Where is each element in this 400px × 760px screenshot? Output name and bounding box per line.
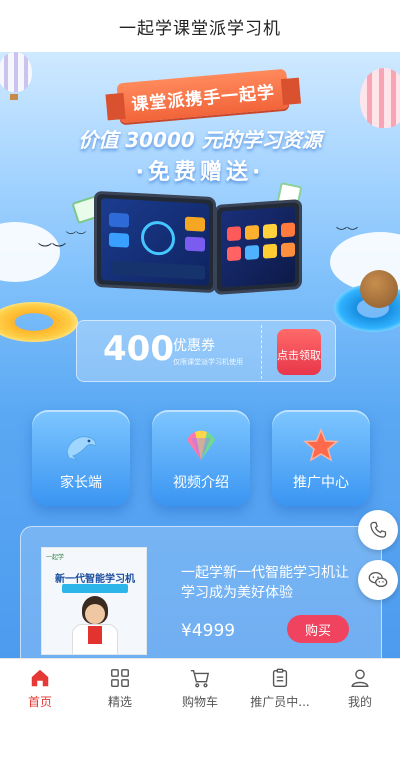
product-card[interactable]: 一起学 新一代智能学习机 一起学新一代智能学习机让学习成为美好体验 ¥4999 … bbox=[20, 526, 382, 658]
bird-icon: ︶︶ bbox=[336, 226, 358, 239]
coupon-unit: 优惠券 bbox=[173, 338, 215, 354]
thumb-kid-face bbox=[85, 604, 105, 624]
thumb-brand: 一起学 bbox=[46, 554, 65, 561]
coupon-note: 仅限课堂派学习机使用 bbox=[173, 358, 243, 366]
fan-icon bbox=[187, 430, 215, 460]
clipboard-icon bbox=[272, 668, 288, 687]
tab-label: 首页 bbox=[27, 695, 52, 709]
thumb-strip bbox=[62, 584, 128, 593]
tablet-illustration-left bbox=[94, 190, 216, 294]
product-image: 一起学 新一代智能学习机 bbox=[41, 547, 147, 655]
cart-icon bbox=[190, 669, 210, 688]
thumb-title: 新一代智能学习机 bbox=[55, 574, 135, 585]
home-icon bbox=[31, 669, 49, 687]
bird-icon: ︶︶ bbox=[66, 232, 86, 243]
tab-label: 购物车 bbox=[181, 695, 218, 709]
coconut-icon bbox=[360, 270, 398, 308]
phone-icon bbox=[370, 521, 387, 538]
wechat-button[interactable] bbox=[358, 560, 398, 600]
page-title: 一起学课堂派学习机 bbox=[119, 18, 281, 39]
tab-cart[interactable]: 购物车 bbox=[160, 659, 240, 714]
feature-label: 视频介绍 bbox=[173, 475, 229, 491]
product-name: 一起学新一代智能学习机让学习成为美好体验 bbox=[181, 565, 349, 601]
coupon-divider bbox=[261, 325, 262, 379]
tablet-illustration-right bbox=[214, 198, 302, 296]
coupon-card: 400 优惠券 仅限课堂派学习机使用 点击领取 bbox=[76, 320, 336, 382]
thumb-kid-scarf bbox=[88, 626, 102, 644]
grid-icon bbox=[111, 669, 129, 687]
hero-subline: ·免费赠送· bbox=[135, 160, 265, 185]
tab-home[interactable]: 首页 bbox=[0, 659, 80, 714]
buy-button[interactable]: 购买 bbox=[287, 615, 349, 643]
bottom-tab-bar: 首页 精选 购物车 推广员中... 我的 bbox=[0, 658, 400, 714]
ribbon-text: 课堂派携手一起学 bbox=[130, 82, 276, 115]
feature-parent-app[interactable]: 家长端 bbox=[32, 410, 130, 506]
page: 一起学课堂派学习机 课堂派携手一起学 价值 30000 元的学习资源 ·免费赠送… bbox=[0, 0, 400, 760]
tab-featured[interactable]: 精选 bbox=[80, 659, 160, 714]
hot-air-balloon-right bbox=[360, 68, 400, 128]
claim-coupon-button[interactable]: 点击领取 bbox=[277, 329, 321, 375]
coupon-amount: 400 bbox=[103, 329, 174, 369]
feature-label: 家长端 bbox=[60, 475, 102, 491]
swim-ring-left bbox=[0, 302, 78, 342]
promo-ribbon: 课堂派携手一起学 bbox=[116, 68, 290, 124]
feature-promo-center[interactable]: 推广中心 bbox=[272, 410, 370, 506]
feature-video-intro[interactable]: 视频介绍 bbox=[152, 410, 250, 506]
tab-label: 我的 bbox=[347, 695, 372, 709]
tab-label: 推广员中... bbox=[250, 695, 310, 709]
user-icon bbox=[351, 669, 369, 687]
dolphin-icon bbox=[66, 436, 97, 461]
wechat-icon bbox=[368, 572, 388, 588]
tab-promoter[interactable]: 推广员中... bbox=[240, 659, 320, 714]
top-bar: 一起学课堂派学习机 bbox=[0, 0, 400, 52]
main-scroll-area[interactable]: 课堂派携手一起学 价值 30000 元的学习资源 ·免费赠送· ︶︶ ︶︶ ︶︶ bbox=[0, 52, 400, 658]
feature-label: 推广中心 bbox=[293, 475, 349, 491]
hot-air-balloon-left bbox=[0, 52, 32, 92]
tab-mine[interactable]: 我的 bbox=[320, 659, 400, 714]
hero-headline: 价值 30000 元的学习资源 bbox=[78, 128, 322, 152]
product-price: ¥4999 bbox=[181, 621, 236, 641]
tab-label: 精选 bbox=[107, 695, 132, 709]
phone-button[interactable] bbox=[358, 510, 398, 550]
balloon-basket bbox=[10, 94, 18, 100]
star-icon bbox=[303, 428, 339, 462]
bird-icon: ︶︶ bbox=[38, 243, 66, 259]
